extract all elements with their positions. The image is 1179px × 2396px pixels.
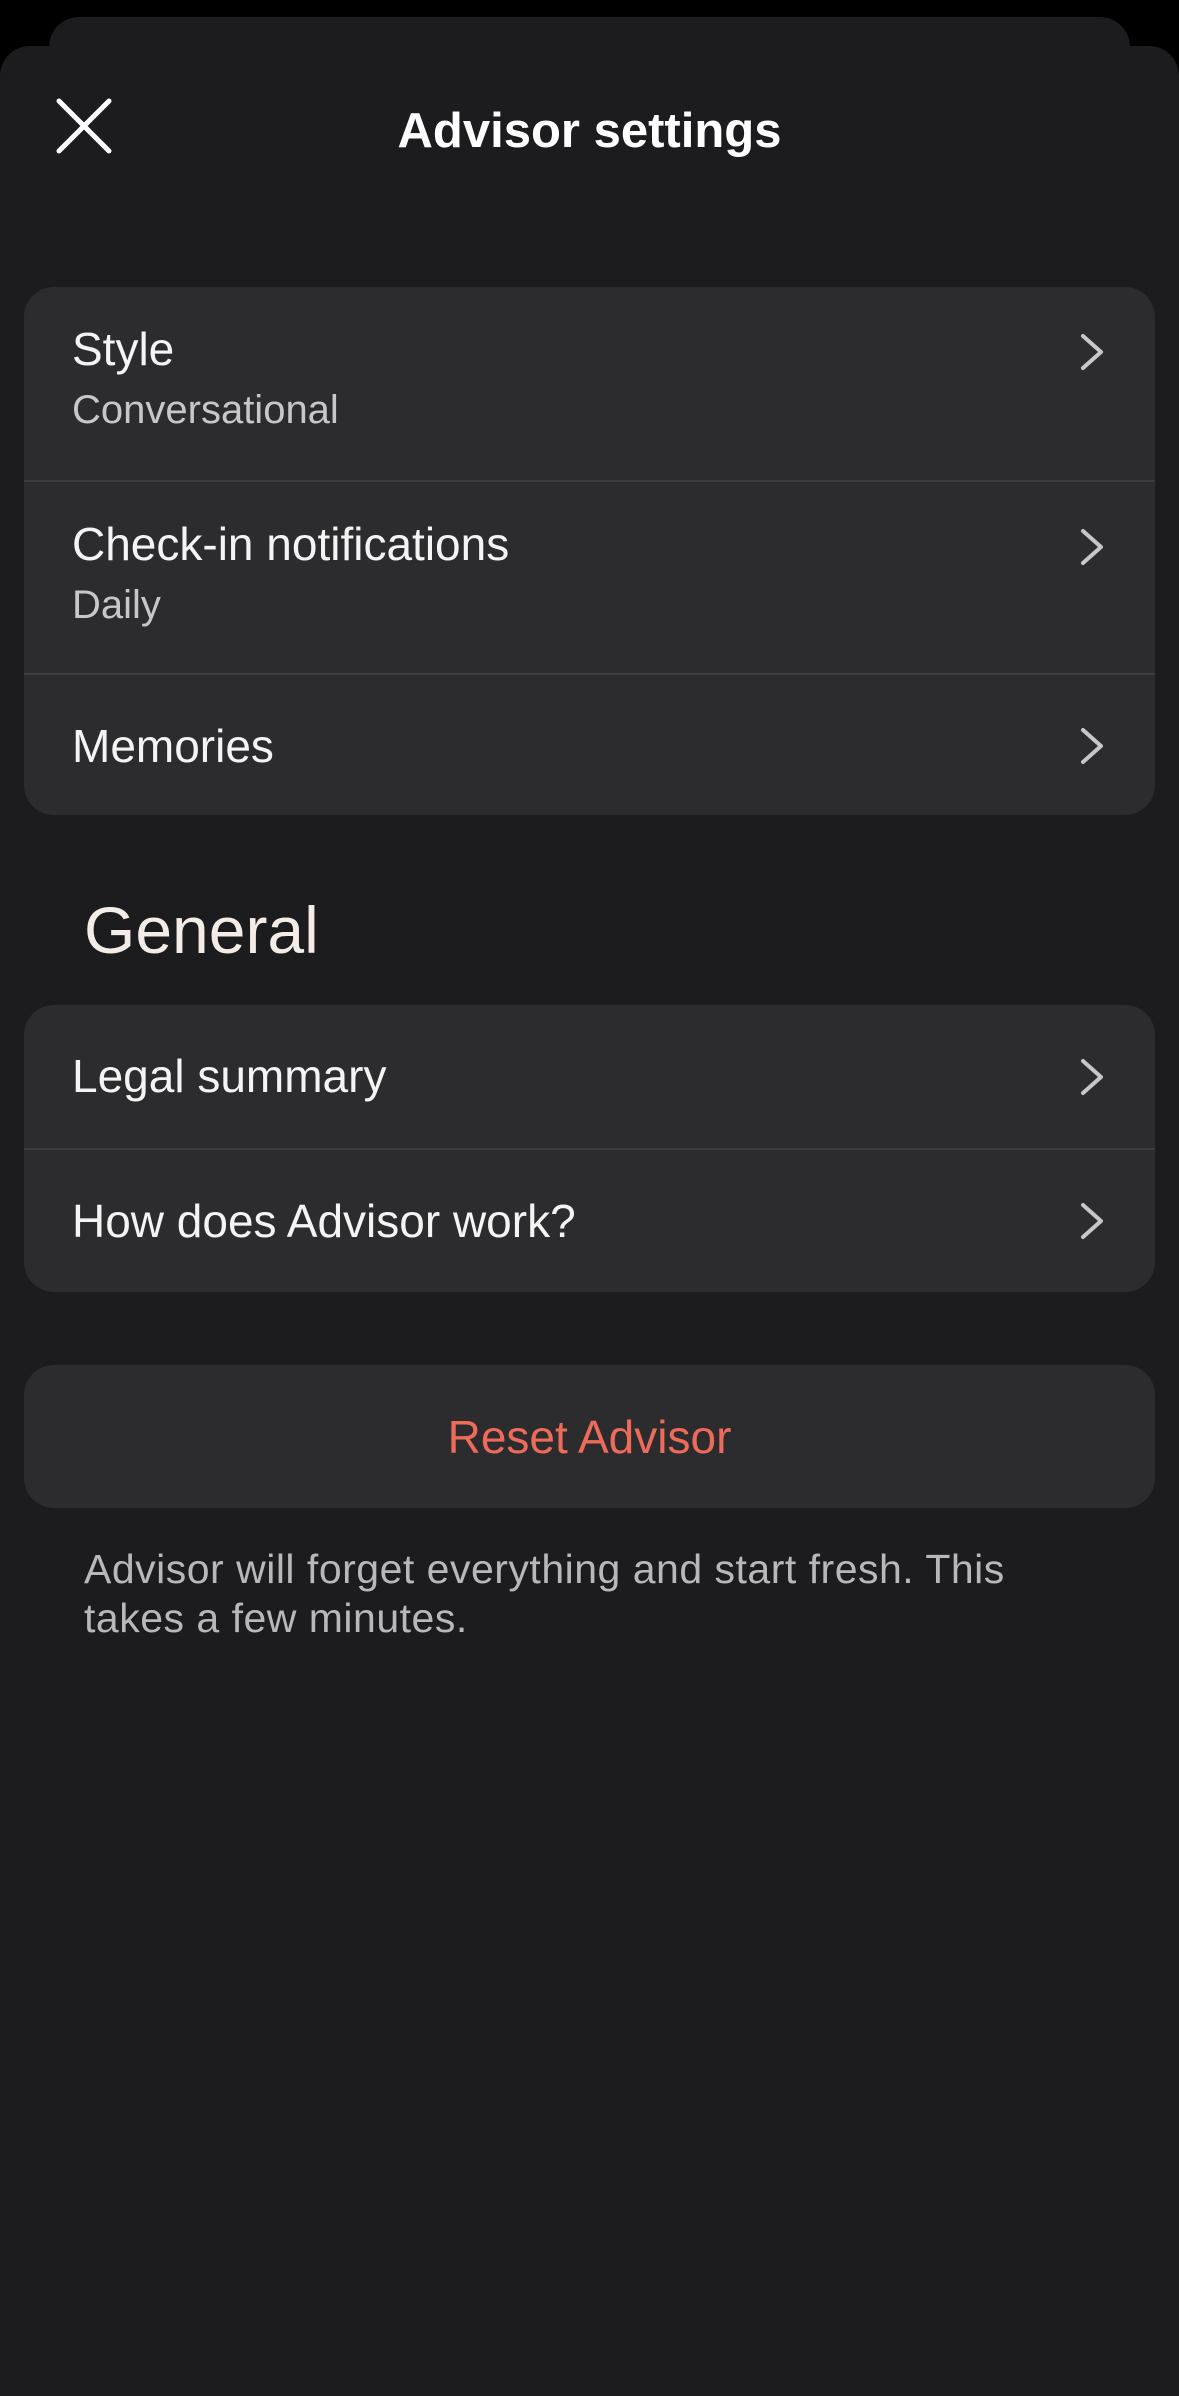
row-title: Memories [72, 720, 274, 772]
row-title: Legal summary [72, 1050, 387, 1102]
settings-row-style[interactable]: Style Conversational [24, 287, 1155, 480]
settings-row-memories[interactable]: Memories [24, 673, 1155, 815]
row-value: Daily [72, 583, 161, 627]
reset-description: Advisor will forget everything and start… [84, 1546, 1005, 1641]
chevron-right-icon [1081, 529, 1103, 565]
page-title: Advisor settings [397, 104, 782, 158]
settings-row-legal-summary[interactable]: Legal summary [24, 1005, 1155, 1148]
row-title: Check-in notifications [72, 518, 510, 570]
reset-advisor-button[interactable]: Reset Advisor [24, 1365, 1155, 1508]
section-heading-general: General [84, 893, 319, 967]
row-title: How does Advisor work? [72, 1195, 576, 1247]
chevron-right-icon [1081, 334, 1103, 370]
reset-advisor-label: Reset Advisor [447, 1410, 732, 1463]
settings-row-check-in-notifications[interactable]: Check-in notifications Daily [24, 480, 1155, 673]
row-value: Conversational [72, 388, 339, 432]
general-settings-group: Legal summary How does Advisor work? [24, 1005, 1155, 1292]
settings-row-how-advisor-works[interactable]: How does Advisor work? [24, 1148, 1155, 1292]
advisor-settings-group: Style Conversational Check-in notificati… [24, 287, 1155, 815]
chevron-right-icon [1081, 1203, 1103, 1239]
chevron-right-icon [1081, 728, 1103, 764]
row-title: Style [72, 323, 175, 375]
chevron-right-icon [1081, 1059, 1103, 1095]
